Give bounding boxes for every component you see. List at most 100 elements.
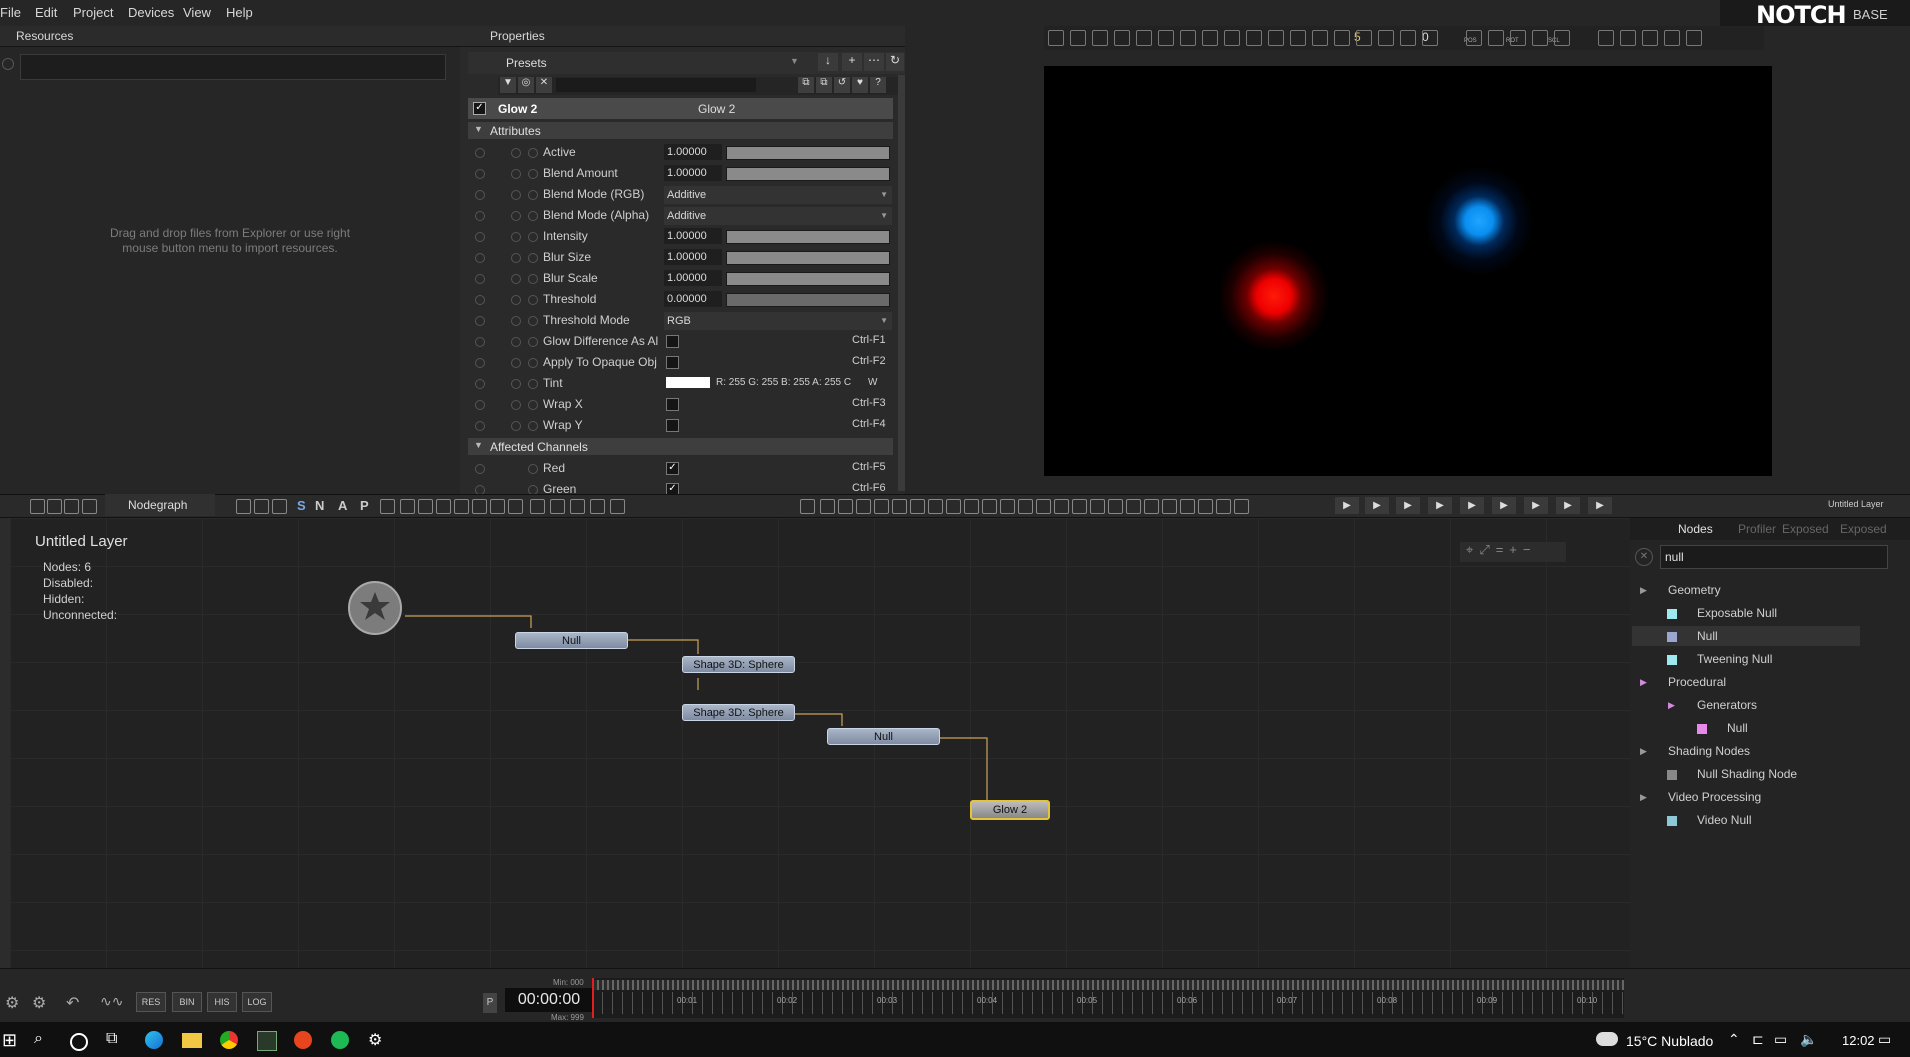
viewport-toolbar-icon[interactable]: [1356, 30, 1372, 46]
expand-arrow-icon[interactable]: ▶: [1640, 787, 1647, 807]
file-explorer-icon[interactable]: [182, 1033, 202, 1048]
task-view-icon[interactable]: ⧉: [106, 1030, 126, 1050]
expose-icon[interactable]: [528, 379, 538, 389]
viewport-toolbar-icon[interactable]: [1378, 30, 1394, 46]
menu-view[interactable]: View: [183, 5, 211, 20]
attribute-value-input[interactable]: 1.00000: [664, 270, 722, 286]
chrome-icon[interactable]: [220, 1031, 238, 1049]
weather-text[interactable]: 15°C Nublado: [1626, 1033, 1713, 1049]
viewport-toolbar-icon[interactable]: [1070, 30, 1086, 46]
expose-icon[interactable]: [528, 295, 538, 305]
node-enabled-checkbox[interactable]: ✓: [473, 102, 486, 115]
expose-icon[interactable]: [528, 316, 538, 326]
node-glow-2[interactable]: Glow 2: [970, 800, 1050, 820]
tint-swatch[interactable]: [666, 377, 710, 388]
tab-nodegraph[interactable]: Nodegraph: [105, 494, 215, 516]
expose-icon[interactable]: [528, 358, 538, 368]
toolbar-icon[interactable]: [1198, 499, 1213, 514]
link-icon[interactable]: [475, 190, 485, 200]
network-icon[interactable]: ⊏: [1752, 1031, 1764, 1048]
attribute-dropdown[interactable]: Additive: [664, 207, 892, 225]
res-button[interactable]: RES: [136, 992, 166, 1012]
link-icon[interactable]: [475, 400, 485, 410]
favorite-icon[interactable]: ♥: [852, 77, 868, 93]
link-icon[interactable]: [475, 464, 485, 474]
keyframe-icon[interactable]: [511, 379, 521, 389]
section-attributes[interactable]: Attributes: [468, 122, 893, 139]
channel-checkbox[interactable]: ✓: [666, 462, 679, 475]
toolbar-icon[interactable]: [64, 499, 79, 514]
toolbar-icon[interactable]: [1054, 499, 1069, 514]
chevron-up-icon[interactable]: ⌃: [1728, 1031, 1740, 1048]
expose-icon[interactable]: [528, 400, 538, 410]
toolbar-icon[interactable]: [570, 499, 585, 514]
node-list-item[interactable]: ▶ Procedural: [1632, 672, 1860, 692]
attribute-checkbox[interactable]: [666, 419, 679, 432]
attribute-checkbox[interactable]: [666, 398, 679, 411]
expand-arrow-icon[interactable]: ▶: [1640, 741, 1647, 761]
keyframe-icon[interactable]: [511, 190, 521, 200]
presets-dropdown-icon[interactable]: ▼: [790, 56, 799, 66]
his-button[interactable]: HIS: [207, 992, 237, 1012]
link-icon[interactable]: [475, 253, 485, 263]
toolbar-icon[interactable]: [610, 499, 625, 514]
resources-search-input[interactable]: [20, 54, 446, 80]
playhead[interactable]: [592, 978, 594, 1018]
link-icon[interactable]: [475, 379, 485, 389]
keyframe-icon[interactable]: [511, 253, 521, 263]
keyframe-icon[interactable]: [511, 211, 521, 221]
toolbar-icon[interactable]: [236, 499, 251, 514]
snap-n[interactable]: N: [315, 498, 324, 513]
more-icon[interactable]: ⋯: [864, 53, 884, 71]
link-icon[interactable]: [475, 211, 485, 221]
node-name[interactable]: Glow 2: [498, 102, 537, 116]
search-icon[interactable]: [2, 58, 14, 70]
download-preset-icon[interactable]: ↓: [818, 53, 838, 71]
node-list-item[interactable]: Null Shading Node: [1632, 764, 1860, 784]
expand-arrow-icon[interactable]: ▶: [1640, 672, 1647, 692]
toolbar-icon[interactable]: [590, 499, 605, 514]
tab-nodes[interactable]: Nodes: [1678, 522, 1713, 536]
app-icon[interactable]: [257, 1031, 277, 1051]
keyframe-icon[interactable]: [511, 148, 521, 158]
toolbar-icon[interactable]: [1072, 499, 1087, 514]
node-null-1[interactable]: Null: [515, 632, 628, 649]
toolbar-icon[interactable]: [1018, 499, 1033, 514]
expose-icon[interactable]: [528, 232, 538, 242]
attribute-slider[interactable]: [726, 272, 890, 286]
expand-arrow-icon[interactable]: ▶: [1640, 580, 1647, 600]
viewport-toolbar-icon[interactable]: [1202, 30, 1218, 46]
add-preset-icon[interactable]: +: [842, 53, 862, 71]
tint-value[interactable]: R: 255 G: 255 B: 255 A: 255 C: [716, 377, 851, 388]
attribute-checkbox[interactable]: [666, 356, 679, 369]
toolbar-icon[interactable]: [1144, 499, 1159, 514]
expose-icon[interactable]: [528, 464, 538, 474]
snap-a[interactable]: A: [338, 498, 347, 513]
render-viewport[interactable]: [1044, 66, 1772, 476]
attribute-checkbox[interactable]: [666, 335, 679, 348]
toolbar-icon[interactable]: [508, 499, 523, 514]
toolbar-icon[interactable]: [928, 499, 943, 514]
link-icon[interactable]: [475, 295, 485, 305]
properties-search-input[interactable]: [556, 78, 756, 92]
toolbar-icon[interactable]: [472, 499, 487, 514]
toolbar-icon[interactable]: [892, 499, 907, 514]
viewport-toolbar-icon[interactable]: [1532, 30, 1548, 46]
help-icon[interactable]: ?: [870, 77, 886, 93]
attribute-dropdown[interactable]: RGB: [664, 312, 892, 330]
expose-icon[interactable]: [528, 421, 538, 431]
attribute-value-input[interactable]: 1.00000: [664, 165, 722, 181]
toolbar-icon[interactable]: [910, 499, 925, 514]
toolbar-icon[interactable]: [47, 499, 62, 514]
toolbar-icon[interactable]: [1126, 499, 1141, 514]
waveform-icon[interactable]: ∿∿: [100, 993, 126, 1011]
timeline[interactable]: 00:01 00:02 00:03 00:04 00:05 00:06 00:07 00:08…: [592, 978, 1624, 1018]
cortana-icon[interactable]: [70, 1033, 88, 1051]
clear-search-icon[interactable]: ✕: [1635, 548, 1653, 566]
transport-icon[interactable]: ▶: [1428, 497, 1452, 514]
expose-icon[interactable]: [528, 274, 538, 284]
link-icon[interactable]: [475, 421, 485, 431]
section-affected-channels[interactable]: Affected Channels: [468, 438, 893, 455]
toolbar-icon[interactable]: [1090, 499, 1105, 514]
attribute-slider[interactable]: [726, 167, 890, 181]
